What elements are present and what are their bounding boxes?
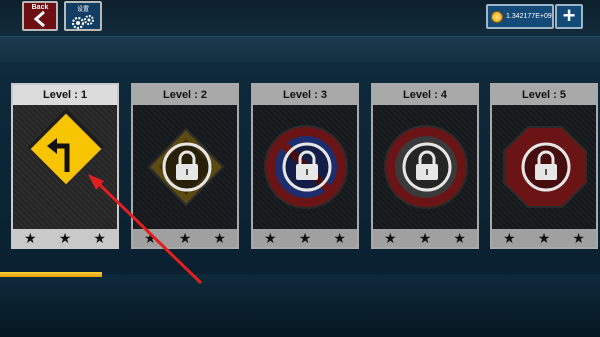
star-icon: ★ xyxy=(333,229,346,246)
chevron-left-icon xyxy=(33,11,45,27)
lock-icon xyxy=(162,142,212,192)
gear-icon xyxy=(71,15,94,30)
coin-balance: 1.342177E+09 xyxy=(486,4,554,29)
star-icon: ★ xyxy=(537,229,551,246)
star-icon: ★ xyxy=(24,229,37,246)
level-stars: ★ ★ ★ xyxy=(133,229,237,247)
level-card-title: Level : 4 xyxy=(373,85,477,105)
back-button-label: Back xyxy=(31,4,49,11)
level-stars: ★ ★ ★ xyxy=(253,229,357,247)
star-icon: ★ xyxy=(298,229,312,246)
star-icon: ★ xyxy=(572,229,585,246)
level-card-1[interactable]: Level : 1 ★ ★ ★ xyxy=(11,83,119,249)
level-stars: ★ ★ ★ xyxy=(13,229,117,247)
star-icon: ★ xyxy=(93,229,106,246)
header-band xyxy=(0,36,600,62)
level-card-title: Level : 1 xyxy=(13,85,117,105)
progress-bar xyxy=(0,270,600,278)
star-icon: ★ xyxy=(418,229,432,246)
level-card-4[interactable]: Level : 4 ★ ★ ★ xyxy=(371,83,479,249)
lock-icon xyxy=(282,142,332,192)
progress-bar-fill xyxy=(0,272,102,277)
star-icon: ★ xyxy=(384,229,397,246)
bottom-area xyxy=(0,274,600,337)
level-card-3[interactable]: Level : 3 ★ ★ ★ xyxy=(251,83,359,249)
level-card-art xyxy=(133,105,237,229)
star-icon: ★ xyxy=(213,229,226,246)
add-coins-button[interactable]: + xyxy=(555,4,583,29)
back-button[interactable]: Back xyxy=(22,1,58,31)
level-stars: ★ ★ ★ xyxy=(373,229,477,247)
star-icon: ★ xyxy=(144,229,157,246)
level-card-5[interactable]: Level : 5 ★ ★ ★ xyxy=(490,83,598,249)
star-icon: ★ xyxy=(178,229,192,246)
level-card-2[interactable]: Level : 2 ★ ★ ★ xyxy=(131,83,239,249)
level-card-art xyxy=(492,105,596,229)
level-stars: ★ ★ ★ xyxy=(492,229,596,247)
coin-icon xyxy=(491,10,503,23)
coin-balance-value: 1.342177E+09 xyxy=(506,13,552,20)
level-card-title: Level : 5 xyxy=(492,85,596,105)
settings-button-label: 设置 xyxy=(76,7,89,13)
settings-button[interactable]: 设置 xyxy=(64,1,102,31)
level-card-art xyxy=(253,105,357,229)
star-icon: ★ xyxy=(264,229,277,246)
level-card-art xyxy=(373,105,477,229)
star-icon: ★ xyxy=(58,229,72,246)
level-card-art xyxy=(13,105,117,229)
star-icon: ★ xyxy=(503,229,516,246)
level-card-title: Level : 3 xyxy=(253,85,357,105)
star-icon: ★ xyxy=(453,229,466,246)
lock-icon xyxy=(402,142,452,192)
level-card-title: Level : 2 xyxy=(133,85,237,105)
turn-left-sign-icon xyxy=(28,109,104,186)
lock-icon xyxy=(521,142,571,192)
